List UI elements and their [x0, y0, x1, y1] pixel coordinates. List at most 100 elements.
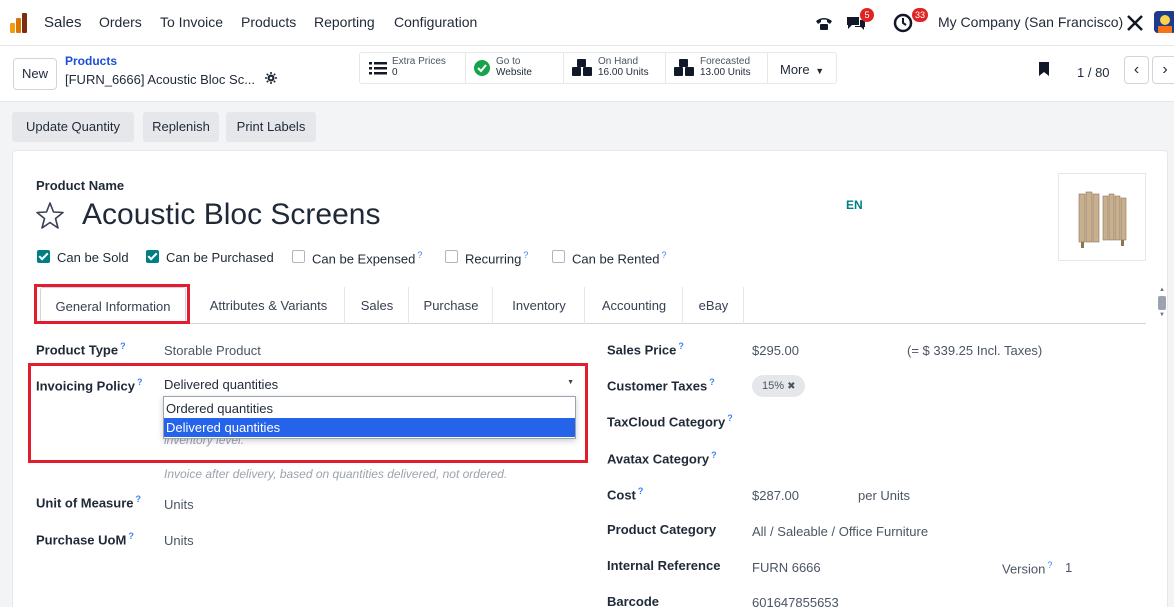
- purchase-uom-value[interactable]: Units: [164, 533, 194, 548]
- menu-configuration[interactable]: Configuration: [394, 14, 477, 30]
- product-image[interactable]: [1058, 173, 1146, 261]
- bookmark-icon[interactable]: [1038, 61, 1050, 80]
- print-labels-button[interactable]: Print Labels: [226, 112, 316, 142]
- user-avatar[interactable]: [1154, 11, 1174, 33]
- list-icon: [368, 59, 388, 77]
- version-value[interactable]: 1: [1065, 560, 1072, 575]
- forecasted-button[interactable]: Forecasted 13.00 Units: [666, 52, 768, 84]
- recurring-text: Recurring: [465, 251, 522, 267]
- help-icon: ?: [709, 377, 715, 387]
- tax-tag-label: 15%: [762, 380, 785, 392]
- can-be-rented-text: Can be Rented: [572, 251, 660, 267]
- pager-prev-button[interactable]: ‹: [1124, 56, 1149, 84]
- help-icon: ?: [120, 341, 126, 351]
- language-toggle[interactable]: EN: [846, 198, 863, 212]
- customer-taxes-label: Customer Taxes?: [607, 377, 715, 393]
- can-be-sold-checkbox[interactable]: [37, 250, 50, 263]
- phone-icon[interactable]: [813, 12, 835, 34]
- product-category-label: Product Category: [607, 522, 717, 537]
- globe-icon: [472, 59, 492, 77]
- taxcloud-category-label: TaxCloud Category?: [607, 413, 733, 429]
- activities-badge: 33: [911, 8, 928, 22]
- tab-inventory[interactable]: Inventory: [494, 287, 585, 324]
- can-be-rented-checkbox[interactable]: [552, 250, 565, 263]
- can-be-purchased-checkbox[interactable]: [146, 250, 159, 263]
- sales-price-label: Sales Price?: [607, 341, 684, 357]
- more-button[interactable]: More ▼: [780, 62, 824, 77]
- help-icon: ?: [678, 341, 684, 351]
- scrollbar-thumb[interactable]: [1158, 296, 1166, 310]
- help-icon: ?: [128, 531, 134, 541]
- messages-icon[interactable]: 5: [845, 8, 874, 34]
- company-switcher[interactable]: My Company (San Francisco): [938, 14, 1123, 30]
- product-name-label: Product Name: [36, 178, 125, 193]
- on-hand-button[interactable]: On Hand 16.00 Units: [564, 52, 666, 84]
- recurring-checkbox[interactable]: [445, 250, 458, 263]
- control-panel: New Products [FURN_6666] Acoustic Bloc S…: [0, 46, 1174, 102]
- recurring-label: Recurring?: [465, 250, 528, 266]
- purchase-uom-label-text: Purchase UoM: [36, 532, 127, 548]
- product-type-value[interactable]: Storable Product: [164, 343, 261, 358]
- avatax-label-text: Avatax Category: [607, 451, 710, 467]
- sales-price-value[interactable]: $295.00: [752, 343, 799, 358]
- cost-value[interactable]: $287.00: [752, 488, 799, 503]
- sales-app-icon[interactable]: [10, 13, 32, 33]
- product-type-label: Product Type?: [36, 341, 126, 357]
- menu-reporting[interactable]: Reporting: [314, 14, 375, 30]
- taxcloud-label-text: TaxCloud Category: [607, 414, 726, 430]
- product-name-input[interactable]: Acoustic Bloc Screens: [82, 198, 380, 232]
- menu-to-invoice[interactable]: To Invoice: [160, 14, 223, 30]
- help-icon: ?: [637, 486, 644, 496]
- breadcrumb-products[interactable]: Products: [65, 54, 117, 68]
- barcode-value[interactable]: 601647855653: [752, 595, 839, 607]
- menu-orders[interactable]: Orders: [99, 14, 142, 30]
- app-name[interactable]: Sales: [44, 14, 82, 31]
- tab-ebay[interactable]: eBay: [684, 287, 744, 324]
- action-bar: Update Quantity Replenish Print Labels: [0, 102, 1174, 146]
- sales-price-label-text: Sales Price: [607, 342, 677, 358]
- replenish-button[interactable]: Replenish: [143, 112, 219, 142]
- help-icon: ?: [727, 413, 733, 423]
- update-quantity-button[interactable]: Update Quantity: [12, 112, 134, 142]
- new-button[interactable]: New: [13, 58, 57, 90]
- top-navbar: Sales Orders To Invoice Products Reporti…: [0, 0, 1174, 46]
- avatax-category-label: Avatax Category?: [607, 450, 717, 466]
- version-label: Version?: [1002, 560, 1052, 576]
- can-be-rented-label: Can be Rented?: [572, 250, 666, 266]
- activities-icon[interactable]: 33: [892, 8, 928, 34]
- forecasted-label: Forecasted: [700, 56, 751, 67]
- tab-accounting[interactable]: Accounting: [586, 287, 683, 324]
- can-be-expensed-text: Can be Expensed: [312, 251, 416, 267]
- website-label: Website: [496, 67, 532, 78]
- tab-purchase[interactable]: Purchase: [410, 287, 493, 324]
- product-category-value[interactable]: All / Saleable / Office Furniture: [752, 524, 928, 539]
- help-icon: ?: [661, 250, 667, 260]
- sales-price-incl-taxes: (= $ 339.25 Incl. Taxes): [907, 343, 1043, 358]
- can-be-expensed-checkbox[interactable]: [292, 250, 305, 263]
- uom-label-text: Unit of Measure: [36, 495, 134, 511]
- pager-value[interactable]: 1 / 80: [1077, 65, 1110, 80]
- favorite-star-icon[interactable]: [34, 200, 66, 235]
- tools-icon[interactable]: [1124, 12, 1146, 34]
- customer-taxes-label-text: Customer Taxes: [607, 378, 708, 394]
- menu-products[interactable]: Products: [241, 14, 296, 30]
- remove-tag-icon[interactable]: ✖: [787, 381, 795, 392]
- tab-sales[interactable]: Sales: [346, 287, 409, 324]
- extra-prices-count: 0: [392, 67, 398, 78]
- pager-next-button[interactable]: ›: [1152, 56, 1174, 84]
- tab-attributes-variants[interactable]: Attributes & Variants: [193, 287, 345, 324]
- can-be-expensed-label: Can be Expensed?: [312, 250, 422, 266]
- go-to-website-button[interactable]: Go to Website: [466, 52, 564, 84]
- cost-label-text: Cost: [607, 487, 636, 503]
- scrollbar[interactable]: ▲ ▼: [1156, 287, 1168, 321]
- extra-prices-button[interactable]: Extra Prices 0: [362, 52, 466, 84]
- uom-value[interactable]: Units: [164, 497, 194, 512]
- cubes-icon: [672, 59, 696, 77]
- product-type-label-text: Product Type: [36, 342, 119, 358]
- gear-icon[interactable]: [264, 72, 277, 87]
- extra-prices-label: Extra Prices: [392, 56, 446, 67]
- tax-tag[interactable]: 15% ✖: [752, 375, 806, 397]
- forecasted-qty: 13.00 Units: [700, 67, 751, 78]
- internal-reference-value[interactable]: FURN 6666: [752, 560, 821, 575]
- go-to-label: Go to: [496, 56, 521, 67]
